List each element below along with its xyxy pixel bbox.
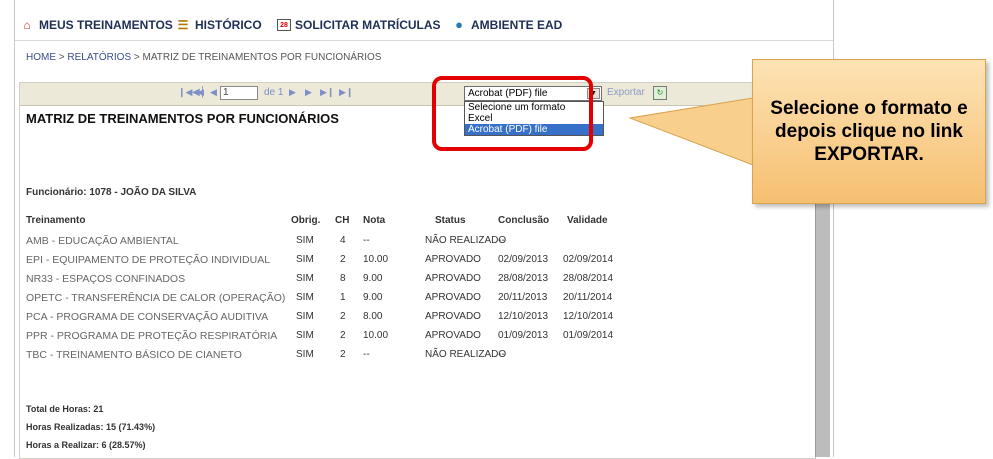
callout-text: Selecione o formato e depois clique no l… <box>770 98 968 165</box>
instruction-callout: Selecione o formato e depois clique no l… <box>752 59 986 204</box>
